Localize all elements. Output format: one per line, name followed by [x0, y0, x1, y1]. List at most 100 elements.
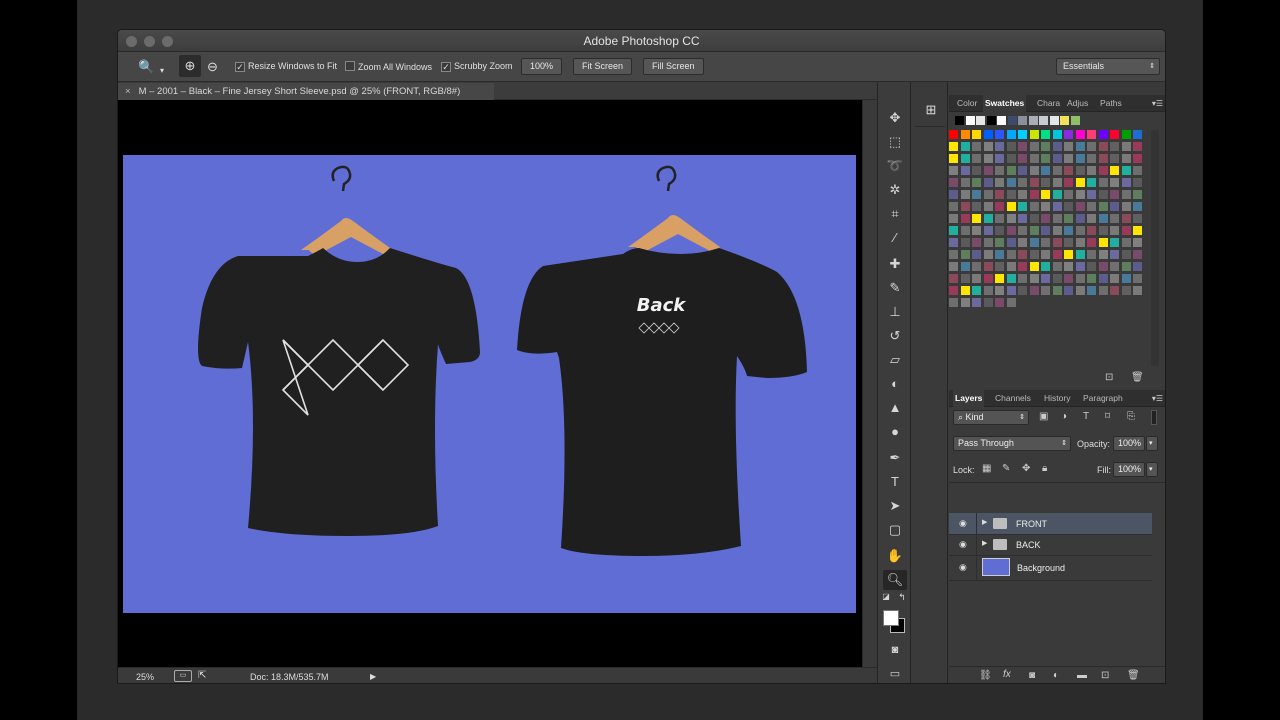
swatches-grid[interactable] — [949, 114, 1159, 364]
swatch[interactable] — [949, 214, 958, 223]
lock-pixels-icon[interactable]: ✎ — [1002, 463, 1010, 474]
swatch[interactable] — [995, 226, 1004, 235]
history-brush-tool-icon[interactable]: ↺ — [883, 326, 907, 346]
swatch[interactable] — [1018, 116, 1027, 125]
swatch[interactable] — [1075, 202, 1085, 211]
layer-visibility-cell[interactable]: ◉ — [949, 555, 977, 581]
default-colors-icon[interactable]: ◪ — [880, 592, 892, 602]
swatch[interactable] — [1006, 262, 1016, 271]
swatch[interactable] — [960, 190, 970, 199]
swatch[interactable] — [1041, 250, 1050, 259]
swatch[interactable] — [1064, 250, 1073, 259]
swatch[interactable] — [1064, 286, 1073, 295]
fill-screen-button[interactable]: Fill Screen — [643, 58, 704, 75]
lock-transparent-icon[interactable]: ▦ — [982, 463, 991, 474]
swatch[interactable] — [1006, 154, 1016, 163]
swatch[interactable] — [972, 238, 981, 247]
status-zoom[interactable]: 25% — [136, 672, 154, 682]
swatch[interactable] — [1133, 214, 1142, 223]
swatch[interactable] — [1018, 286, 1027, 295]
close-tab-icon[interactable]: × — [125, 86, 131, 97]
swatch[interactable] — [1098, 202, 1108, 211]
swatch[interactable] — [1018, 250, 1027, 259]
tab-character[interactable]: Chara — [1035, 95, 1062, 112]
tab-channels[interactable]: Channels — [993, 390, 1033, 407]
expand-arrow-icon[interactable]: ▶ — [982, 518, 987, 526]
swatch[interactable] — [960, 166, 970, 175]
swatch[interactable] — [960, 154, 970, 163]
swatch[interactable] — [1018, 130, 1027, 139]
swatch[interactable] — [1110, 130, 1119, 139]
swatch[interactable] — [1087, 166, 1096, 175]
swatch[interactable] — [1018, 274, 1027, 283]
swatch[interactable] — [983, 286, 993, 295]
swatch[interactable] — [976, 116, 985, 125]
blur-tool-icon[interactable]: ▲ — [883, 398, 907, 418]
swatch[interactable] — [1029, 178, 1039, 187]
share-icon[interactable]: ⇱ — [198, 670, 206, 681]
lock-position-icon[interactable]: ✥ — [1022, 463, 1030, 474]
swatch[interactable] — [972, 130, 981, 139]
swatch[interactable] — [1052, 142, 1062, 151]
swatch[interactable] — [1064, 154, 1073, 163]
swatch[interactable] — [1121, 238, 1131, 247]
swatch[interactable] — [1121, 178, 1131, 187]
swatch[interactable] — [949, 238, 958, 247]
swatch[interactable] — [1098, 154, 1108, 163]
swatch[interactable] — [983, 214, 993, 223]
swatch[interactable] — [1110, 142, 1119, 151]
swatch[interactable] — [1075, 190, 1085, 199]
swatch[interactable] — [1029, 154, 1039, 163]
swatch[interactable] — [1075, 286, 1085, 295]
swatch[interactable] — [1087, 142, 1096, 151]
swatch[interactable] — [965, 116, 975, 125]
zoom-tool-preset-icon[interactable]: 🔍 — [138, 58, 154, 76]
swatch[interactable] — [1029, 226, 1039, 235]
swatch[interactable] — [1064, 142, 1073, 151]
swatch[interactable] — [995, 214, 1004, 223]
swatch[interactable] — [1052, 274, 1062, 283]
swatch[interactable] — [972, 274, 981, 283]
swatch[interactable] — [949, 250, 958, 259]
swatch[interactable] — [1064, 190, 1073, 199]
swatch[interactable] — [1133, 178, 1142, 187]
swatch[interactable] — [1110, 154, 1119, 163]
layer-visibility-cell[interactable]: ◉ — [949, 534, 977, 556]
swatch[interactable] — [1098, 238, 1108, 247]
swatch[interactable] — [1006, 142, 1016, 151]
dodge-tool-icon[interactable]: ● — [883, 422, 907, 442]
workspace-select[interactable]: Essentials ⇕ — [1056, 58, 1160, 75]
swatch[interactable] — [1018, 190, 1027, 199]
crop-tool-icon[interactable]: ⌗ — [883, 204, 907, 224]
marquee-tool-icon[interactable]: ⬚ — [883, 132, 907, 152]
swatch[interactable] — [1110, 262, 1119, 271]
swatch[interactable] — [972, 166, 981, 175]
swatch[interactable] — [1121, 166, 1131, 175]
swatch[interactable] — [1006, 298, 1016, 307]
swatch[interactable] — [995, 166, 1004, 175]
fit-screen-button[interactable]: Fit Screen — [573, 58, 633, 75]
swatch[interactable] — [1041, 166, 1050, 175]
swatch[interactable] — [983, 298, 993, 307]
swatch[interactable] — [1029, 238, 1039, 247]
swatch[interactable] — [972, 142, 981, 151]
swatch[interactable] — [1006, 130, 1016, 139]
swatch[interactable] — [1110, 286, 1119, 295]
adjustment-layer-icon[interactable]: ◐ — [1053, 670, 1059, 681]
quick-mask-icon[interactable]: ◙ — [883, 640, 907, 660]
swatch[interactable] — [995, 286, 1004, 295]
fill-field[interactable]: 100% — [1113, 462, 1145, 477]
filter-toggle[interactable] — [1151, 410, 1157, 425]
swatch[interactable] — [1098, 250, 1108, 259]
swatch[interactable] — [1121, 286, 1131, 295]
swatch[interactable] — [1029, 130, 1039, 139]
swatch[interactable] — [1018, 142, 1027, 151]
swatch[interactable] — [995, 154, 1004, 163]
swatch[interactable] — [1075, 238, 1085, 247]
zoom-in-icon[interactable]: ⊕ — [179, 55, 201, 77]
swatch[interactable] — [1049, 116, 1059, 125]
swatch[interactable] — [1029, 250, 1039, 259]
layer-kind-filter[interactable]: ⌕ Kind ⇕ — [953, 410, 1029, 425]
swatch[interactable] — [1098, 190, 1108, 199]
swatch[interactable] — [1087, 274, 1096, 283]
